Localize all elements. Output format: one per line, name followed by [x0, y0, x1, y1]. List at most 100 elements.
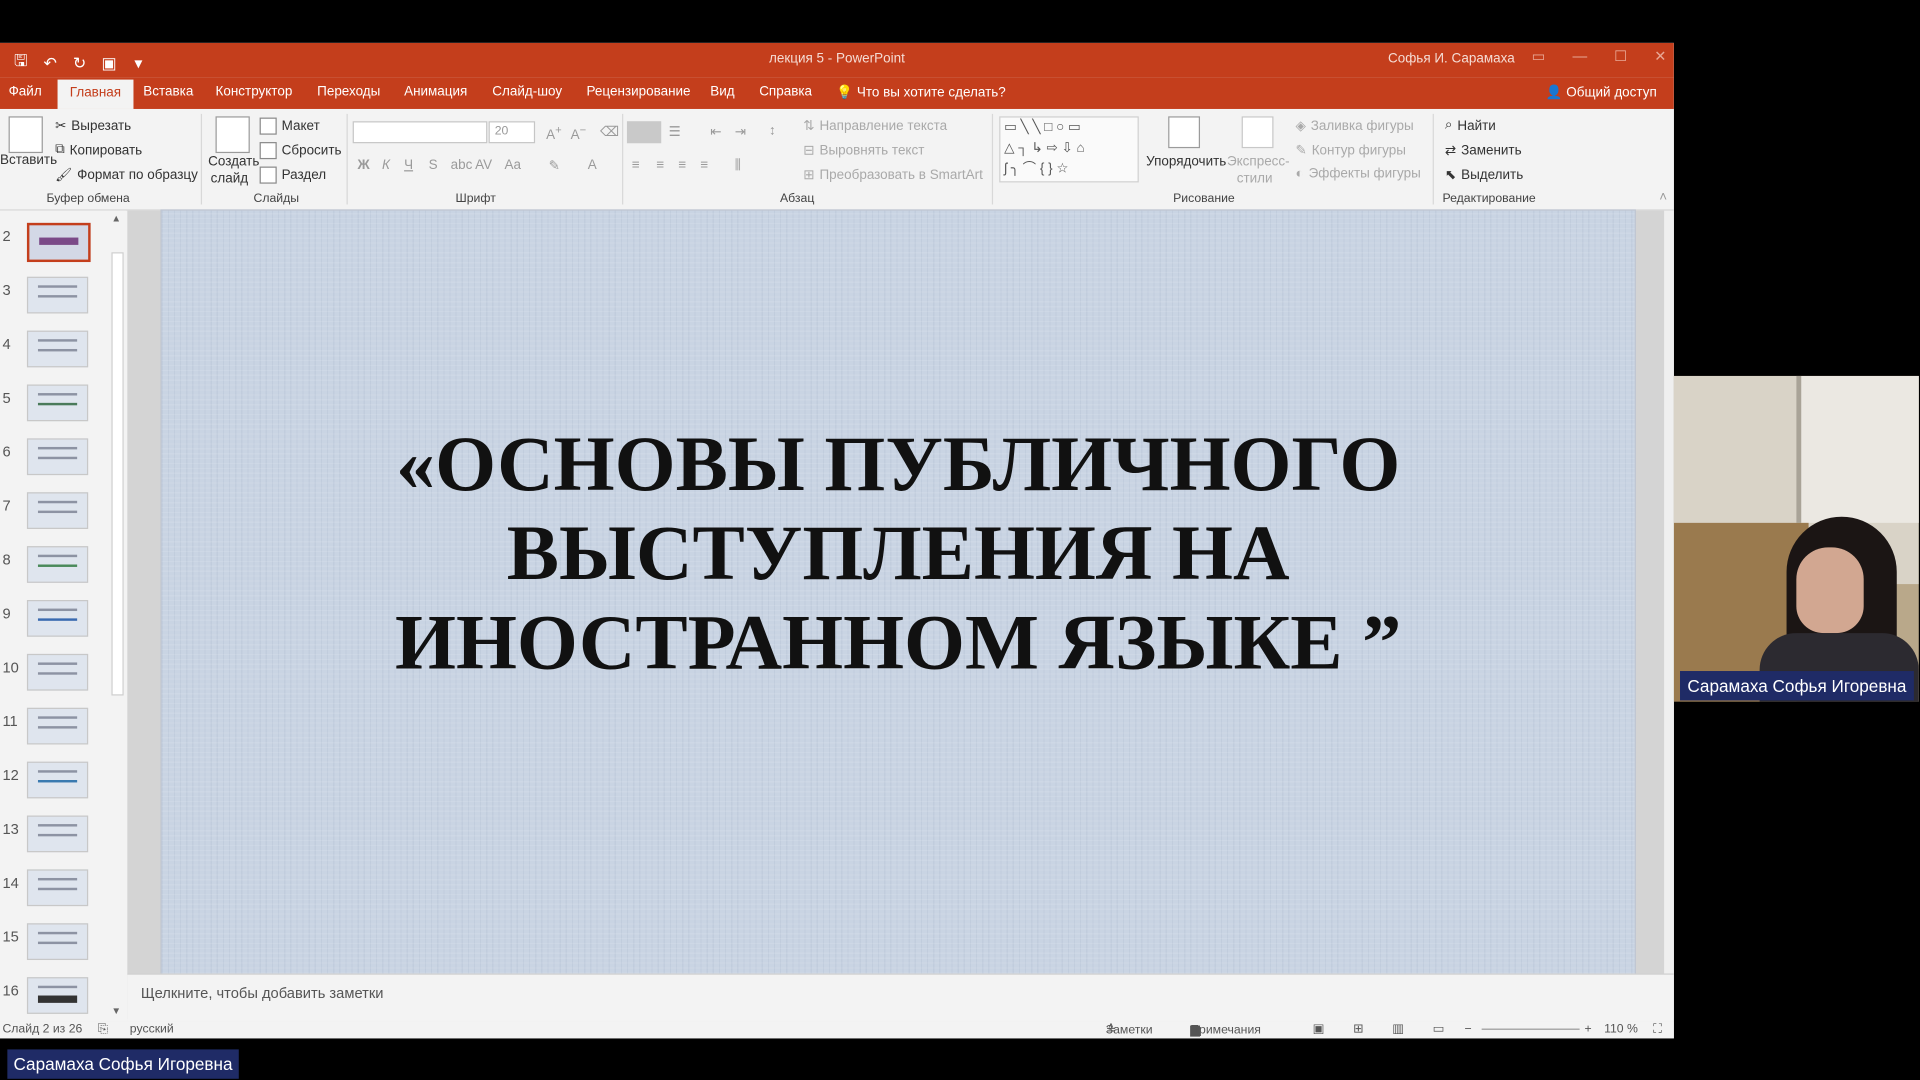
collapse-ribbon-icon[interactable]: ˄	[1659, 190, 1667, 205]
shrink-font-icon[interactable]: A−	[571, 124, 587, 143]
slide-thumbnail[interactable]: 7	[0, 492, 122, 546]
slide-scrollbar[interactable]	[1664, 210, 1674, 974]
align-text-button[interactable]: ⊟ Выровнять текст	[803, 142, 924, 158]
shadow-button[interactable]: S	[429, 158, 438, 173]
font-name-field[interactable]	[352, 121, 488, 144]
font-color-icon[interactable]: A	[588, 158, 597, 173]
slide-thumbnail[interactable]: 12	[0, 761, 122, 816]
tab-view[interactable]: Вид	[710, 84, 734, 99]
slideshow-view-icon[interactable]: ▭	[1433, 1022, 1445, 1035]
notes-placeholder[interactable]: Щелкните, чтобы добавить заметки	[141, 984, 384, 1001]
align-right-icon[interactable]: ≡	[678, 158, 686, 173]
scroll-up-icon[interactable]: ▲	[111, 213, 121, 224]
slide-thumbnail[interactable]: 14	[0, 869, 122, 923]
minimize-icon[interactable]: —	[1572, 48, 1587, 65]
italic-button[interactable]: К	[382, 158, 390, 173]
strikethrough-icon[interactable]: abc	[451, 158, 473, 173]
grow-font-icon[interactable]: A+	[546, 124, 562, 143]
numbering-icon[interactable]: ☰	[669, 124, 681, 140]
tab-file[interactable]: Файл	[9, 84, 42, 99]
highlight-icon[interactable]: ✎	[549, 158, 560, 174]
layout-button[interactable]: Макет	[259, 117, 320, 135]
format-painter-button[interactable]: 🖌 Формат по образцу	[55, 167, 198, 182]
reading-view-icon[interactable]: ▥	[1392, 1022, 1404, 1035]
decrease-indent-icon[interactable]: ⇤	[710, 124, 721, 140]
reset-button[interactable]: Сбросить	[259, 142, 342, 160]
tab-slideshow[interactable]: Слайд-шоу	[492, 84, 562, 99]
shape-outline-button[interactable]: ✎ Контур фигуры	[1296, 142, 1406, 158]
zoom-slider[interactable]	[1481, 1028, 1580, 1030]
columns-icon[interactable]: ⫼	[735, 158, 741, 174]
slide-title[interactable]: «ОСНОВЫ ПУБЛИЧНОГО ВЫСТУПЛЕНИЯ НА ИНОСТР…	[162, 419, 1635, 687]
font-size-field[interactable]: 20	[488, 121, 536, 144]
zoom-out-icon[interactable]: −	[1465, 1022, 1472, 1035]
section-button[interactable]: Раздел	[259, 166, 326, 184]
quick-styles-button[interactable]: Экспресс-	[1227, 154, 1290, 169]
arrange-button[interactable]: Упорядочить	[1146, 154, 1226, 169]
slide-thumbnail[interactable]: 11	[0, 707, 122, 762]
new-slide-button-line2[interactable]: слайд	[211, 171, 248, 186]
zoom-in-icon[interactable]: +	[1585, 1022, 1592, 1035]
close-icon[interactable]: ✕	[1654, 48, 1666, 65]
slide-thumbnail[interactable]: 5	[0, 384, 122, 438]
align-center-icon[interactable]: ≡	[656, 158, 664, 173]
slide-thumbnail[interactable]: 13	[0, 815, 122, 870]
align-left-icon[interactable]: ≡	[632, 158, 640, 173]
select-button[interactable]: ⬉ Выделить	[1445, 167, 1523, 182]
underline-button[interactable]: Ч	[404, 158, 413, 173]
maximize-icon[interactable]: ☐	[1614, 48, 1627, 65]
scroll-thumb[interactable]	[111, 252, 124, 696]
slide-thumbnail[interactable]: 15	[0, 923, 122, 977]
clear-format-icon[interactable]: ⌫	[600, 124, 619, 140]
zoom-level[interactable]: 110 %	[1604, 1022, 1638, 1035]
quick-styles-icon[interactable]	[1241, 116, 1274, 149]
scroll-down-icon[interactable]: ▼	[111, 1005, 121, 1016]
shapes-gallery[interactable]: ▭ ╲ ╲ □ ○ ▭ △ ┐ ↳ ⇨ ⇩ ⌂ ʃ ╮ ⌒ { } ☆	[999, 116, 1139, 183]
paste-icon[interactable]	[8, 116, 43, 154]
slide-thumbnail[interactable]: 2	[0, 222, 122, 277]
thumbnail-scrollbar[interactable]: ▲ ▼	[108, 210, 124, 1019]
char-spacing-icon[interactable]: AV	[475, 158, 492, 173]
language-indicator[interactable]: русский	[130, 1022, 174, 1035]
slide-thumbnail[interactable]: 10	[0, 653, 122, 708]
share-button[interactable]: 👤 Общий доступ	[1546, 84, 1657, 101]
change-case-icon[interactable]: Aa	[504, 158, 520, 173]
tab-help[interactable]: Справка	[759, 84, 812, 99]
tell-me-search[interactable]: 💡 Что вы хотите сделать?	[836, 84, 1005, 101]
slide-thumbnail[interactable]: 4	[0, 330, 122, 385]
find-button[interactable]: ⌕ Найти	[1445, 118, 1496, 134]
paste-button[interactable]: Вставить	[0, 153, 57, 168]
replace-button[interactable]: ⇄ Заменить	[1445, 142, 1522, 158]
tab-home[interactable]: Главная	[57, 79, 134, 109]
account-name[interactable]: Софья И. Сарамаха	[1388, 51, 1515, 66]
bold-button[interactable]: Ж	[358, 158, 370, 173]
tab-animations[interactable]: Анимация	[404, 84, 467, 99]
slide-thumbnail[interactable]: 3	[0, 276, 122, 331]
notes-pane[interactable]: Щелкните, чтобы добавить заметки	[127, 973, 1674, 1022]
text-direction-button[interactable]: ⇅ Направление текста	[803, 118, 947, 133]
tab-transitions[interactable]: Переходы	[317, 84, 380, 99]
smartart-button[interactable]: ⊞ Преобразовать в SmartArt	[803, 167, 983, 182]
current-slide[interactable]: «ОСНОВЫ ПУБЛИЧНОГО ВЫСТУПЛЕНИЯ НА ИНОСТР…	[161, 210, 1635, 974]
cut-button[interactable]: ✂ Вырезать	[55, 118, 131, 133]
tab-design[interactable]: Конструктор	[216, 84, 293, 99]
increase-indent-icon[interactable]: ⇥	[735, 124, 746, 140]
justify-icon[interactable]: ≡	[700, 158, 708, 173]
spellcheck-icon[interactable]: ⎘	[98, 1022, 108, 1035]
slide-thumbnail[interactable]: 6	[0, 438, 122, 492]
ribbon-display-icon[interactable]: ▭	[1532, 48, 1546, 65]
slide-sorter-icon[interactable]: ⊞	[1353, 1022, 1363, 1035]
normal-view-icon[interactable]: ▣	[1313, 1022, 1325, 1035]
fit-slide-icon[interactable]: ⛶	[1653, 1022, 1662, 1035]
bullets-preview[interactable]	[626, 121, 662, 144]
slide-thumbnail[interactable]: 9	[0, 600, 122, 654]
shape-effects-button[interactable]: ◐ Эффекты фигуры	[1296, 167, 1421, 182]
tab-review[interactable]: Рецензирование	[587, 84, 691, 99]
line-spacing-icon[interactable]: ↕	[769, 124, 776, 139]
new-slide-button[interactable]: Создать	[208, 154, 259, 169]
new-slide-icon[interactable]	[215, 116, 250, 154]
arrange-icon[interactable]	[1168, 116, 1201, 149]
slide-thumbnail[interactable]: 8	[0, 546, 122, 600]
shape-fill-button[interactable]: ◈ Заливка фигуры	[1296, 118, 1414, 133]
quick-styles-button-line2[interactable]: стили	[1237, 171, 1273, 186]
